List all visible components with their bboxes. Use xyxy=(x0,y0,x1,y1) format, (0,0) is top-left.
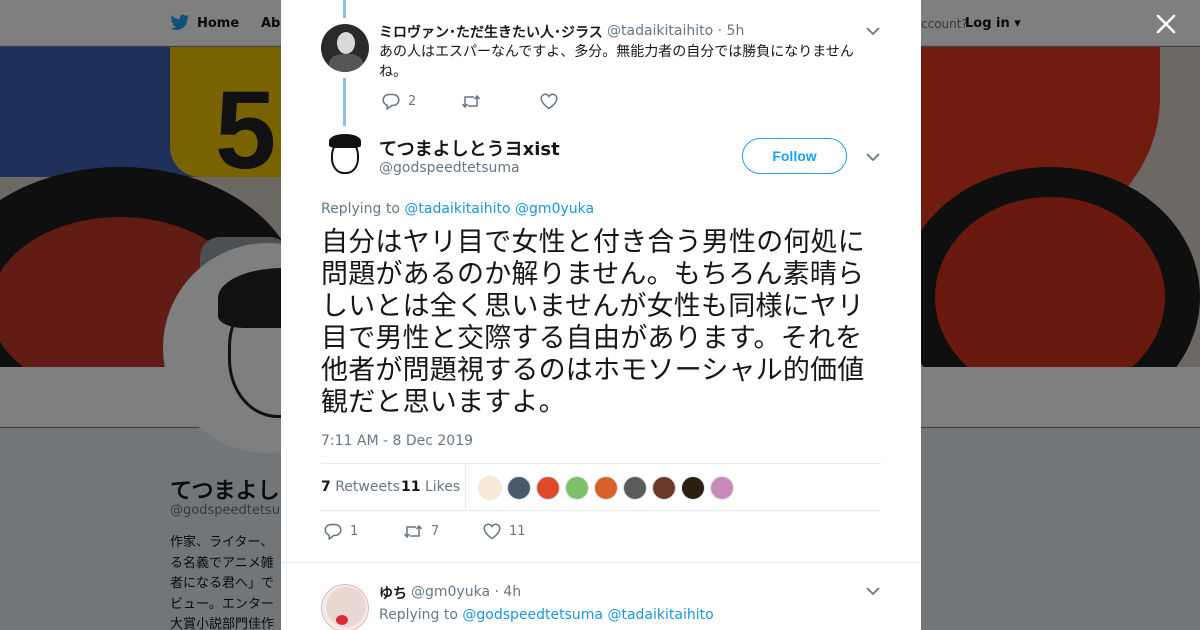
tweet-stats: 7 Retweets 11 Likes xyxy=(321,463,881,511)
liker-avatar[interactable] xyxy=(623,476,647,500)
mention-link[interactable]: @tadaikitaihito xyxy=(607,607,713,623)
chevron-down-icon[interactable] xyxy=(866,26,880,36)
stats-divider xyxy=(465,464,466,510)
tweet-author-handle[interactable]: @gm0yuka · 4h xyxy=(411,584,521,600)
like-count: 11 xyxy=(509,524,526,539)
tweet-text-line: しいとは全く思いませんが女性も同様にヤリ xyxy=(321,291,865,322)
handle-text: @gm0yuka xyxy=(411,584,491,600)
avatar-shape xyxy=(329,54,363,72)
retweets-stat[interactable]: 7 Retweets xyxy=(321,479,400,495)
user-avatar[interactable] xyxy=(321,24,369,72)
reply-divider xyxy=(281,562,921,570)
chevron-down-icon[interactable] xyxy=(866,152,880,162)
tweet-author-name[interactable]: ミロヴァン･ただ生きたい人･ジラス xyxy=(379,22,603,42)
liker-avatar[interactable] xyxy=(565,476,589,500)
tweet-text-line: 問題があるのか解りません。もちろん素晴ら xyxy=(321,259,865,290)
liker-avatar[interactable] xyxy=(507,476,531,500)
avatar-shape xyxy=(331,140,359,174)
reply-action[interactable]: 1 xyxy=(324,523,358,540)
liker-avatar[interactable] xyxy=(536,476,560,500)
replying-to: Replying to @tadaikitaihito @gm0yuka xyxy=(321,201,594,217)
tweet-permalink-modal: ミロヴァン･ただ生きたい人･ジラス @tadaikitaihito · 5h あ… xyxy=(281,0,921,630)
handle-text: @tadaikitaihito xyxy=(607,23,714,39)
mention-link[interactable]: @tadaikitaihito xyxy=(404,201,510,217)
heart-icon xyxy=(483,523,501,540)
chevron-down-icon[interactable] xyxy=(866,586,880,596)
tweet-text-line: 自分はヤリ目で女性と付き合う男性の何処に xyxy=(321,227,865,258)
liker-avatar[interactable] xyxy=(478,476,502,500)
tweet-time[interactable]: · 5h xyxy=(718,23,745,39)
retweet-icon xyxy=(403,524,423,539)
tweet-text-line: 目で男性と交際する自由があります。それを xyxy=(321,323,863,354)
reply-icon xyxy=(382,93,400,110)
tweet-text: 自分はヤリ目で女性と付き合う男性の何処に 問題があるのか解りません。もちろん素晴… xyxy=(321,227,886,419)
tweet-author-name[interactable]: ゆち xyxy=(379,583,407,603)
like-action[interactable] xyxy=(540,93,566,110)
retweet-action[interactable] xyxy=(461,93,489,110)
likes-stat[interactable]: 11 Likes xyxy=(401,479,460,495)
like-action[interactable]: 11 xyxy=(483,523,526,540)
user-avatar[interactable] xyxy=(321,584,369,630)
liker-avatar[interactable] xyxy=(594,476,618,500)
tweet-timestamp[interactable]: 7:11 AM - 8 Dec 2019 xyxy=(321,433,473,449)
liker-avatar[interactable] xyxy=(681,476,705,500)
retweet-icon xyxy=(461,94,481,109)
mention-link[interactable]: @godspeedtetsuma xyxy=(462,607,603,623)
mention-link[interactable]: @gm0yuka xyxy=(515,201,594,217)
tweet-author-name[interactable]: てつまよしとうヨxist xyxy=(379,135,560,161)
reply-action[interactable]: 2 xyxy=(382,93,416,110)
avatar-shape xyxy=(337,32,355,54)
retweet-action[interactable]: 7 xyxy=(403,523,439,540)
reply-count: 1 xyxy=(350,524,359,539)
liker-avatar[interactable] xyxy=(652,476,676,500)
close-icon[interactable] xyxy=(1154,12,1178,36)
likes-count: 11 xyxy=(401,479,421,495)
tweet-actions: 1 7 11 xyxy=(321,520,881,544)
tweet-time[interactable]: · 4h xyxy=(494,584,521,600)
likes-label: Likes xyxy=(424,479,461,495)
thread-connector xyxy=(343,78,346,126)
replying-prefix: Replying to xyxy=(321,201,400,217)
liker-avatar[interactable] xyxy=(710,476,734,500)
follow-button[interactable]: Follow xyxy=(742,138,847,174)
tweet-author-handle[interactable]: @tadaikitaihito · 5h xyxy=(607,23,744,39)
reply-icon xyxy=(324,523,342,540)
retweets-label: Retweets xyxy=(335,479,400,495)
avatar-shape xyxy=(336,615,348,625)
reply-count: 2 xyxy=(408,94,417,109)
tweet-text: あの人はエスパーなんですよ、多分。無能力者の自分では勝負になりませんね。 xyxy=(379,44,854,80)
replying-to: Replying to @godspeedtetsuma @tadaikitai… xyxy=(379,607,714,623)
tweet-author-handle[interactable]: @godspeedtetsuma xyxy=(379,160,520,176)
heart-icon xyxy=(540,93,558,110)
tweet-text-line: 他者が問題視するのはホモソーシャル的価値 xyxy=(321,355,865,386)
thread-connector xyxy=(343,0,346,18)
tweet-text-line: 観だと思いますよ。 xyxy=(321,387,566,418)
retweets-count: 7 xyxy=(321,479,331,495)
retweet-count: 7 xyxy=(431,524,440,539)
replying-prefix: Replying to xyxy=(379,607,458,623)
user-avatar[interactable] xyxy=(321,132,369,180)
